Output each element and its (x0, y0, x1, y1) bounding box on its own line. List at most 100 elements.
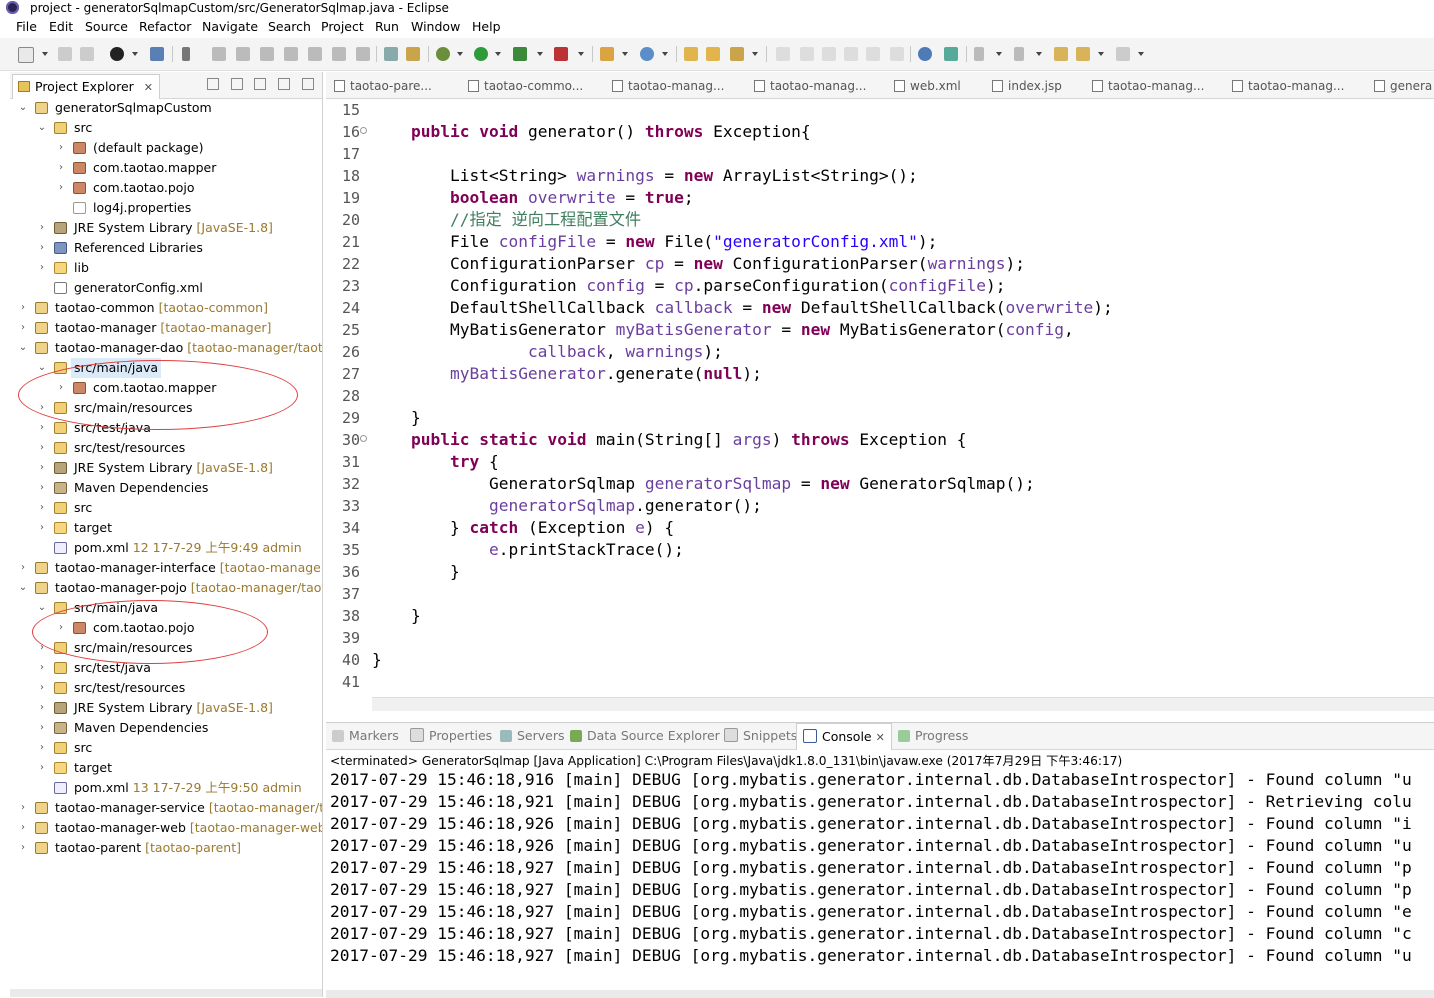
disconnect-icon[interactable] (284, 47, 298, 61)
chevron-right-icon[interactable]: › (37, 478, 47, 498)
tab-snippets[interactable]: Snippets (724, 723, 797, 749)
suspend-icon[interactable] (236, 47, 250, 61)
tree-item[interactable]: › Referenced Libraries (10, 238, 322, 258)
new-java-project-icon[interactable] (600, 47, 614, 61)
tree-item[interactable]: › Maven Dependencies (10, 478, 322, 498)
show-whitespace-icon[interactable] (866, 47, 880, 61)
chevron-right-icon[interactable]: › (37, 238, 47, 258)
share-icon[interactable] (944, 47, 958, 61)
tree-item[interactable]: › src (10, 738, 322, 758)
save-all-icon[interactable] (80, 47, 94, 61)
chevron-right-icon[interactable]: › (18, 558, 28, 578)
tree-item[interactable]: › src/test/resources (10, 438, 322, 458)
editor-tab[interactable]: index.jsp (992, 76, 1062, 96)
chevron-right-icon[interactable]: › (18, 838, 28, 858)
chevron-right-icon[interactable]: › (56, 158, 66, 178)
external-tools-icon[interactable] (554, 47, 568, 61)
chevron-right-icon[interactable]: › (56, 138, 66, 158)
chevron-down-icon[interactable]: ⌄ (37, 118, 47, 138)
tab-console[interactable]: Console ✕ (796, 723, 892, 750)
tab-data-source-explorer[interactable]: Data Source Explorer (570, 723, 720, 749)
close-icon[interactable]: ✕ (144, 81, 153, 94)
pin-icon[interactable] (822, 47, 836, 61)
menu-window[interactable]: Window (411, 16, 460, 38)
tree-item[interactable]: › taotao-manager-web [taotao-manager-web] (10, 818, 322, 838)
tree-item[interactable]: › taotao-manager [taotao-manager] (10, 318, 322, 338)
chevron-right-icon[interactable]: › (18, 318, 28, 338)
chevron-right-icon[interactable]: › (18, 298, 28, 318)
chevron-right-icon[interactable]: › (37, 498, 47, 518)
previous-annotation-icon[interactable] (1014, 47, 1024, 61)
step-into-icon[interactable] (308, 47, 322, 61)
chevron-right-icon[interactable]: › (18, 798, 28, 818)
menu-run[interactable]: Run (375, 16, 399, 38)
tree-item[interactable]: › JRE System Library [JavaSE-1.8] (10, 218, 322, 238)
menu-help[interactable]: Help (472, 16, 501, 38)
editor-tab[interactable]: taotao-manag... (612, 76, 724, 96)
globe-icon[interactable] (918, 47, 932, 61)
fold-toggle-icon[interactable] (360, 127, 367, 134)
step-over-icon[interactable] (332, 47, 346, 61)
maximize-icon[interactable] (302, 78, 314, 90)
menu-navigate[interactable]: Navigate (202, 16, 258, 38)
editor-tab[interactable]: taotao-manag... (754, 76, 866, 96)
menu-file[interactable]: File (16, 16, 37, 38)
run-server-icon[interactable] (513, 47, 527, 61)
new-icon[interactable] (18, 47, 34, 63)
chevron-down-icon[interactable]: ⌄ (18, 578, 28, 598)
chevron-right-icon[interactable]: › (37, 438, 47, 458)
editor-tab[interactable]: genera (1374, 76, 1432, 96)
save-icon[interactable] (58, 47, 72, 61)
tree-item[interactable]: › src/test/resources (10, 678, 322, 698)
collapse-all-icon[interactable] (206, 78, 219, 90)
search-icon[interactable] (730, 47, 744, 61)
link-with-editor-icon[interactable] (230, 78, 243, 90)
tree-item[interactable]: › lib (10, 258, 322, 278)
editor-horizontal-scrollbar[interactable] (372, 697, 1434, 711)
tree-item[interactable]: › taotao-common [taotao-common] (10, 298, 322, 318)
tree-item[interactable]: › com.taotao.mapper (10, 158, 322, 178)
explorer-scrollbar[interactable] (10, 989, 322, 997)
annotation-icon[interactable] (800, 47, 814, 61)
terminal-icon[interactable] (150, 47, 164, 61)
resume-icon[interactable] (212, 47, 226, 61)
editor-tab[interactable]: taotao-commo... (468, 76, 583, 96)
tree-item[interactable]: › (default package) (10, 138, 322, 158)
close-icon[interactable]: ✕ (876, 731, 885, 744)
editor-tab[interactable]: taotao-pare... (334, 76, 432, 96)
tree-item[interactable]: generatorConfig.xml (10, 278, 322, 298)
chevron-right-icon[interactable]: › (37, 258, 47, 278)
tree-item[interactable]: log4j.properties (10, 198, 322, 218)
menu-refactor[interactable]: Refactor (139, 16, 191, 38)
open-task-icon[interactable] (706, 47, 720, 61)
last-edit-icon[interactable] (1054, 47, 1068, 61)
chevron-right-icon[interactable]: › (56, 178, 66, 198)
run-icon[interactable] (474, 47, 488, 61)
menu-edit[interactable]: Edit (49, 16, 73, 38)
tree-item[interactable]: › com.taotao.pojo (10, 178, 322, 198)
tree-item[interactable]: ⌄ generatorSqlmapCustom (10, 98, 322, 118)
chevron-right-icon[interactable]: › (37, 518, 47, 538)
tree-item[interactable]: › target (10, 758, 322, 778)
view-menu-icon[interactable] (254, 78, 267, 90)
paragraph-icon[interactable] (890, 47, 904, 61)
chevron-right-icon[interactable]: › (37, 658, 47, 678)
build-icon[interactable] (406, 47, 420, 61)
tree-item[interactable]: › target (10, 518, 322, 538)
chevron-right-icon[interactable]: › (37, 418, 47, 438)
tab-markers[interactable]: Markers (332, 723, 399, 749)
tree-item[interactable]: › taotao-parent [taotao-parent] (10, 838, 322, 858)
tab-progress[interactable]: Progress (898, 723, 968, 749)
terminate-icon[interactable] (260, 47, 274, 61)
editor-tab[interactable]: web.xml (894, 76, 961, 96)
chevron-right-icon[interactable]: › (37, 218, 47, 238)
new-class-icon[interactable] (640, 47, 654, 61)
debug-perspective-icon[interactable] (110, 47, 124, 61)
minimize-icon[interactable] (278, 78, 291, 90)
menu-project[interactable]: Project (321, 16, 364, 38)
editor-tab[interactable]: taotao-manag... (1232, 76, 1344, 96)
tree-item[interactable]: › JRE System Library [JavaSE-1.8] (10, 698, 322, 718)
chevron-right-icon[interactable]: › (37, 678, 47, 698)
tree-item[interactable]: › JRE System Library [JavaSE-1.8] (10, 458, 322, 478)
chevron-right-icon[interactable]: › (37, 758, 47, 778)
